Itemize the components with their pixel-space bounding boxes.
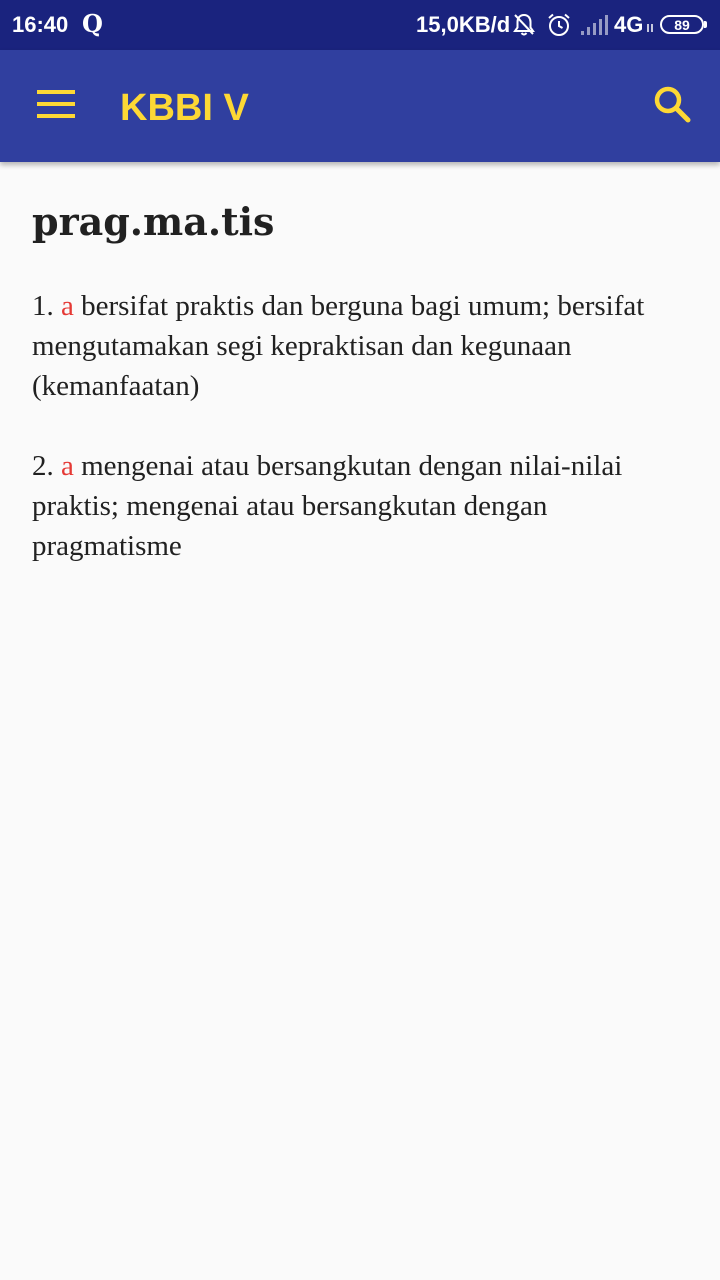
part-of-speech-label[interactable]: a (61, 290, 74, 322)
status-bar: 16:40 Q 15,0KB/d 4G 89 (0, 0, 720, 50)
notification-q-icon: Q (82, 9, 103, 38)
menu-icon (37, 89, 75, 123)
definition-number: 1. (32, 290, 54, 322)
alarm-icon (546, 12, 572, 44)
app-bar: KBBI V (0, 50, 720, 162)
status-speed: 15,0KB/d (416, 12, 511, 37)
search-button[interactable] (640, 78, 704, 134)
battery-level: 89 (674, 16, 690, 33)
bell-off-icon (512, 12, 536, 44)
menu-button[interactable] (24, 78, 88, 134)
signal-icon (580, 12, 610, 44)
battery-tip (704, 21, 707, 28)
definition-2: 2. a mengenai atau bersangkutan dengan n… (32, 446, 688, 566)
definition-text: mengenai atau bersangkutan dengan nilai-… (32, 450, 623, 562)
status-time: 16:40 (12, 12, 69, 37)
part-of-speech-label[interactable]: a (61, 450, 74, 482)
definition-text: bersifat praktis dan berguna bagi umum; … (32, 290, 645, 402)
definition-1: 1. a bersifat praktis dan berguna bagi u… (32, 286, 688, 406)
search-icon (653, 85, 691, 128)
network-type: 4G (614, 12, 644, 37)
entry-content: prag.ma.tis 1. a bersifat praktis dan be… (32, 196, 688, 606)
battery-indicator: 89 (660, 15, 704, 34)
definition-number: 2. (32, 450, 54, 482)
screen: 16:40 Q 15,0KB/d 4G 89 KBBI V prag.ma.ti… (0, 0, 720, 1280)
data-arrows-icon (645, 12, 655, 44)
headword: prag.ma.tis (32, 199, 275, 244)
app-title: KBBI V (120, 87, 249, 129)
